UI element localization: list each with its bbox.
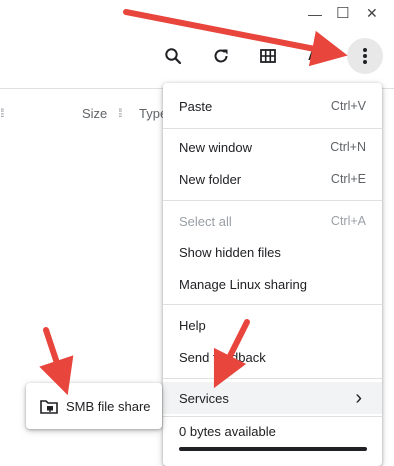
annotation-arrows [39,9,348,396]
annotation-arrow [39,327,74,396]
annotation-arrow [213,319,250,389]
annotation-arrow [123,9,348,67]
